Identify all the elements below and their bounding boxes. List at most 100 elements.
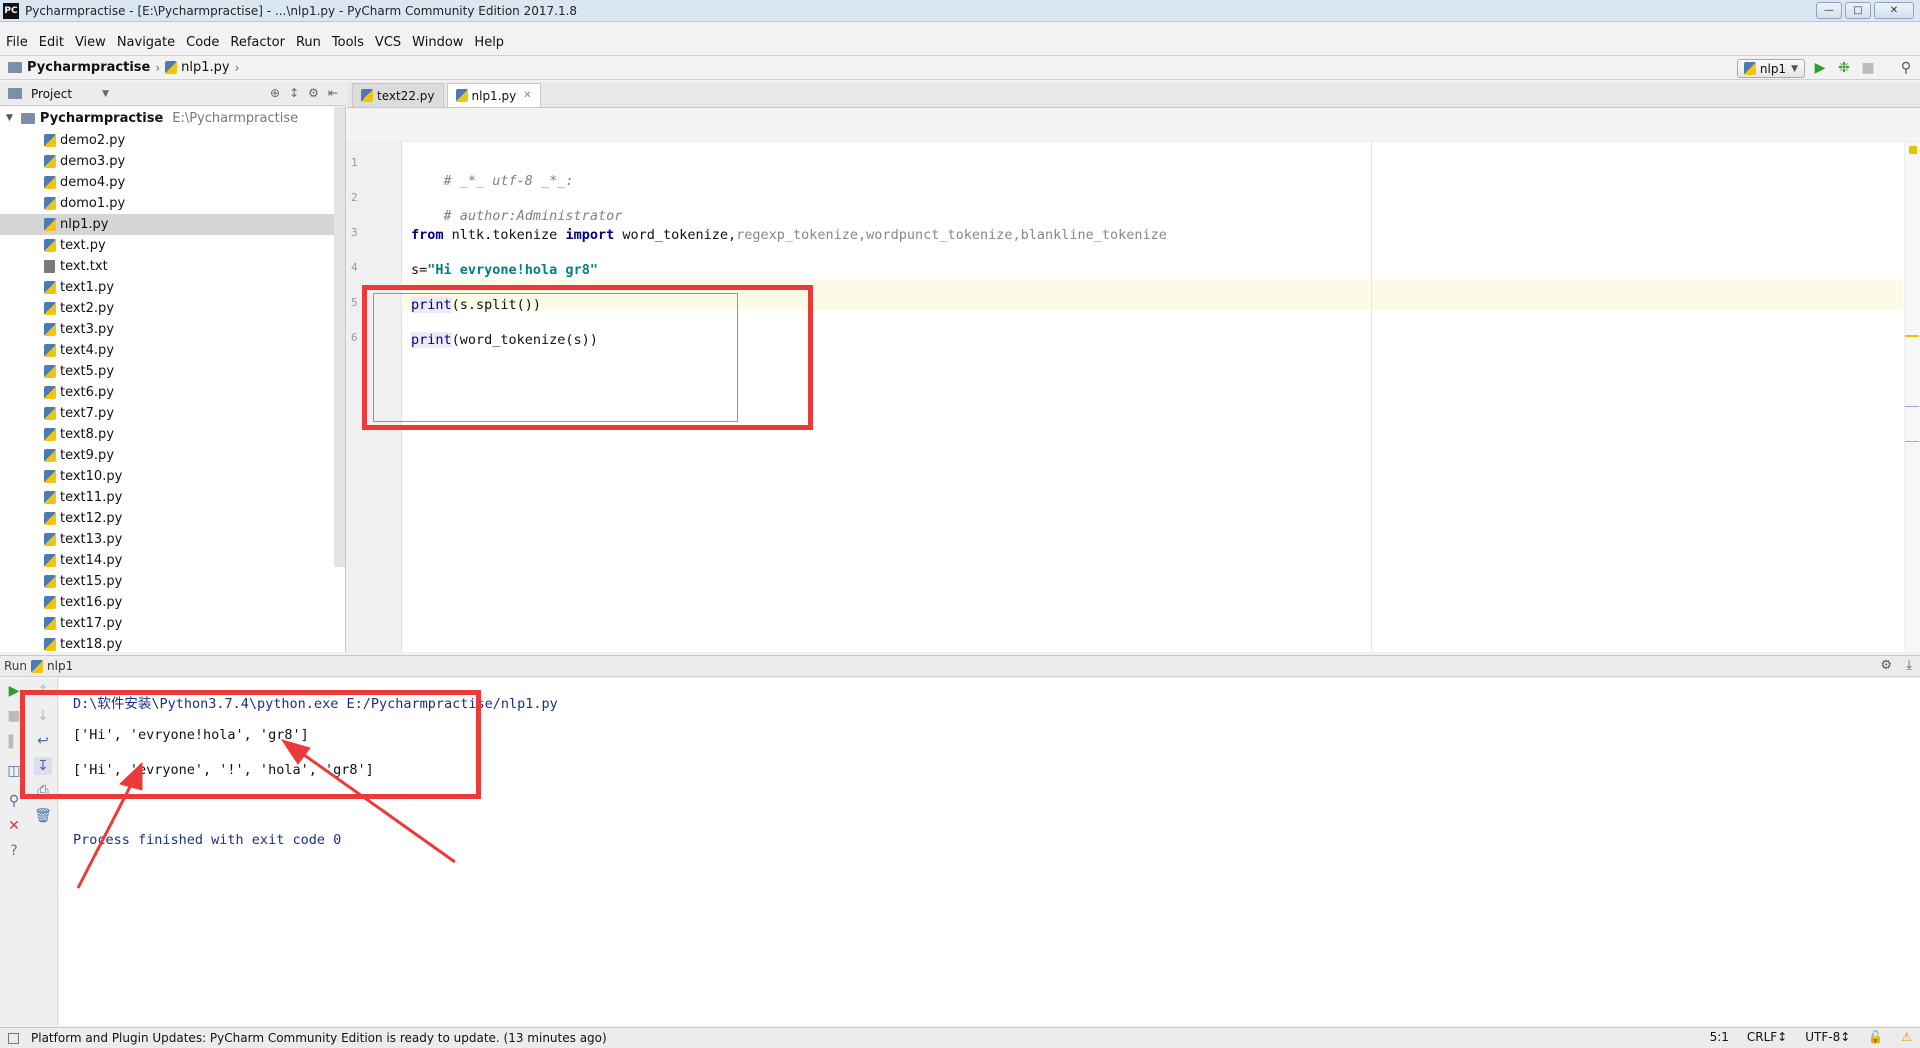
menu-view[interactable]: View: [75, 35, 106, 50]
stop-icon[interactable]: ■: [1860, 60, 1876, 76]
tab-nlp1[interactable]: nlp1.py ✕: [446, 83, 541, 107]
tree-file-item[interactable]: text11.py: [44, 487, 344, 508]
tree-file-item[interactable]: text4.py: [44, 340, 344, 361]
tool-window-toggle-icon[interactable]: [8, 1032, 19, 1044]
breadcrumb-file[interactable]: nlp1.py: [181, 60, 229, 75]
python-file-icon: [44, 638, 56, 651]
close-icon[interactable]: ✕: [523, 90, 531, 101]
menu-edit[interactable]: Edit: [39, 35, 64, 50]
run-config-name[interactable]: nlp1: [47, 659, 73, 673]
tree-file-item[interactable]: text2.py: [44, 298, 344, 319]
tree-root-path: E:\Pycharmpractise: [172, 110, 299, 126]
comment-text: # author:Administrator: [443, 208, 623, 224]
keyword-import: import: [565, 227, 615, 243]
chevron-down-icon[interactable]: ▼: [102, 89, 109, 99]
tab-text22[interactable]: text22.py: [352, 83, 444, 107]
tree-file-item[interactable]: text8.py: [44, 424, 344, 445]
menu-file[interactable]: File: [6, 35, 28, 50]
lock-icon[interactable]: 🔓: [1868, 1030, 1883, 1044]
project-panel-title[interactable]: Project: [31, 87, 72, 101]
marker-stripe[interactable]: [1905, 335, 1919, 337]
tree-file-item[interactable]: text14.py: [44, 550, 344, 571]
menu-run[interactable]: Run: [296, 35, 321, 50]
debug-icon[interactable]: ❉: [1836, 60, 1852, 76]
python-file-icon: [44, 470, 56, 483]
editor-breadcrumb-strip: [347, 109, 1920, 142]
marker-stripe[interactable]: [1905, 441, 1919, 442]
run-panel-label[interactable]: Run: [4, 659, 27, 673]
marker-stripe[interactable]: [1905, 406, 1919, 407]
menu-refactor[interactable]: Refactor: [230, 35, 285, 50]
collapse-icon[interactable]: ↕: [289, 86, 299, 100]
hide-panel-icon[interactable]: ⤓: [1906, 658, 1912, 673]
menu-vcs[interactable]: VCS: [375, 35, 401, 50]
tree-file-item[interactable]: text15.py: [44, 571, 344, 592]
tree-file-item[interactable]: text13.py: [44, 529, 344, 550]
tree-file-item[interactable]: text.py: [44, 235, 344, 256]
tree-file-item[interactable]: text18.py: [44, 634, 344, 652]
tree-file-label: text6.py: [60, 385, 115, 400]
tree-file-item[interactable]: text10.py: [44, 466, 344, 487]
right-margin-guide: [1371, 142, 1372, 652]
breadcrumb-chevron-icon: ›: [155, 60, 161, 75]
tree-file-item[interactable]: text3.py: [44, 319, 344, 340]
module-name: nltk.tokenize: [443, 227, 566, 243]
status-message[interactable]: Platform and Plugin Updates: PyCharm Com…: [31, 1031, 607, 1045]
menu-code[interactable]: Code: [186, 35, 219, 50]
warning-marker-icon[interactable]: [1909, 146, 1917, 154]
minimize-button[interactable]: —: [1816, 2, 1842, 19]
tree-file-item[interactable]: text12.py: [44, 508, 344, 529]
tree-file-item[interactable]: demo3.py: [44, 151, 344, 172]
trash-icon[interactable]: 🗑: [34, 807, 52, 825]
close-window-button[interactable]: ✕: [1874, 2, 1914, 19]
tree-file-item[interactable]: text9.py: [44, 445, 344, 466]
locate-icon[interactable]: ⊕: [270, 86, 280, 100]
close-icon[interactable]: ✕: [5, 817, 23, 835]
code-editor[interactable]: 1 2 3 4 5 6 # _*_ utf-8 _*_: # author:Ad…: [347, 109, 1920, 652]
tree-file-item[interactable]: text7.py: [44, 403, 344, 424]
folder-icon: [8, 62, 22, 73]
tree-root[interactable]: ▼ Pycharmpractise E:\Pycharmpractise: [6, 108, 298, 128]
keyword-from: from: [411, 227, 444, 243]
gear-icon[interactable]: ⚙: [1880, 658, 1892, 673]
tree-file-item[interactable]: text17.py: [44, 613, 344, 634]
project-panel-header: Project ▼ ⊕ ↕ ⚙ ⇤: [0, 82, 346, 106]
run-icon[interactable]: ▶: [1812, 60, 1828, 76]
hide-icon[interactable]: ⇤: [328, 86, 338, 100]
search-icon[interactable]: ⚲: [1898, 60, 1914, 76]
menu-help[interactable]: Help: [474, 35, 504, 50]
tree-file-item[interactable]: demo4.py: [44, 172, 344, 193]
breadcrumb-project[interactable]: Pycharmpractise: [27, 60, 150, 75]
maximize-button[interactable]: □: [1845, 2, 1871, 19]
tree-file-item[interactable]: text.txt: [44, 256, 344, 277]
file-encoding[interactable]: UTF-8↕: [1805, 1030, 1850, 1044]
help-icon[interactable]: ?: [5, 842, 23, 860]
menu-tools[interactable]: Tools: [332, 35, 364, 50]
tree-file-item[interactable]: demo2.py: [44, 130, 344, 151]
tree-file-label: text13.py: [60, 532, 123, 547]
tree-file-item[interactable]: text5.py: [44, 361, 344, 382]
tree-file-item[interactable]: text6.py: [44, 382, 344, 403]
menu-window[interactable]: Window: [412, 35, 463, 50]
tab-label: nlp1.py: [471, 88, 517, 103]
tree-file-item[interactable]: nlp1.py: [0, 214, 334, 235]
line-separator[interactable]: CRLF↕: [1747, 1030, 1787, 1044]
python-file-icon: [455, 89, 468, 102]
python-file-icon: [44, 575, 56, 588]
menu-navigate[interactable]: Navigate: [117, 35, 175, 50]
code-line-4: s="Hi evryone!hola gr8": [411, 262, 598, 278]
expand-arrow-icon[interactable]: ▼: [6, 113, 13, 123]
tree-file-label: domo1.py: [60, 196, 126, 211]
tab-label: text22.py: [377, 88, 435, 103]
tree-file-item[interactable]: domo1.py: [44, 193, 344, 214]
python-file-icon: [44, 512, 56, 525]
caret-position[interactable]: 5:1: [1710, 1030, 1729, 1044]
run-panel-header: Run nlp1 ⚙ ⤓: [0, 655, 1920, 677]
tree-file-item[interactable]: text1.py: [44, 277, 344, 298]
python-file-icon: [44, 197, 56, 210]
tree-file-item[interactable]: text16.py: [44, 592, 344, 613]
tree-scrollbar[interactable]: [334, 107, 345, 567]
run-config-select[interactable]: nlp1 ▼: [1736, 59, 1805, 78]
gear-icon[interactable]: ⚙: [308, 86, 319, 100]
notification-icon[interactable]: ⚠: [1901, 1030, 1912, 1044]
